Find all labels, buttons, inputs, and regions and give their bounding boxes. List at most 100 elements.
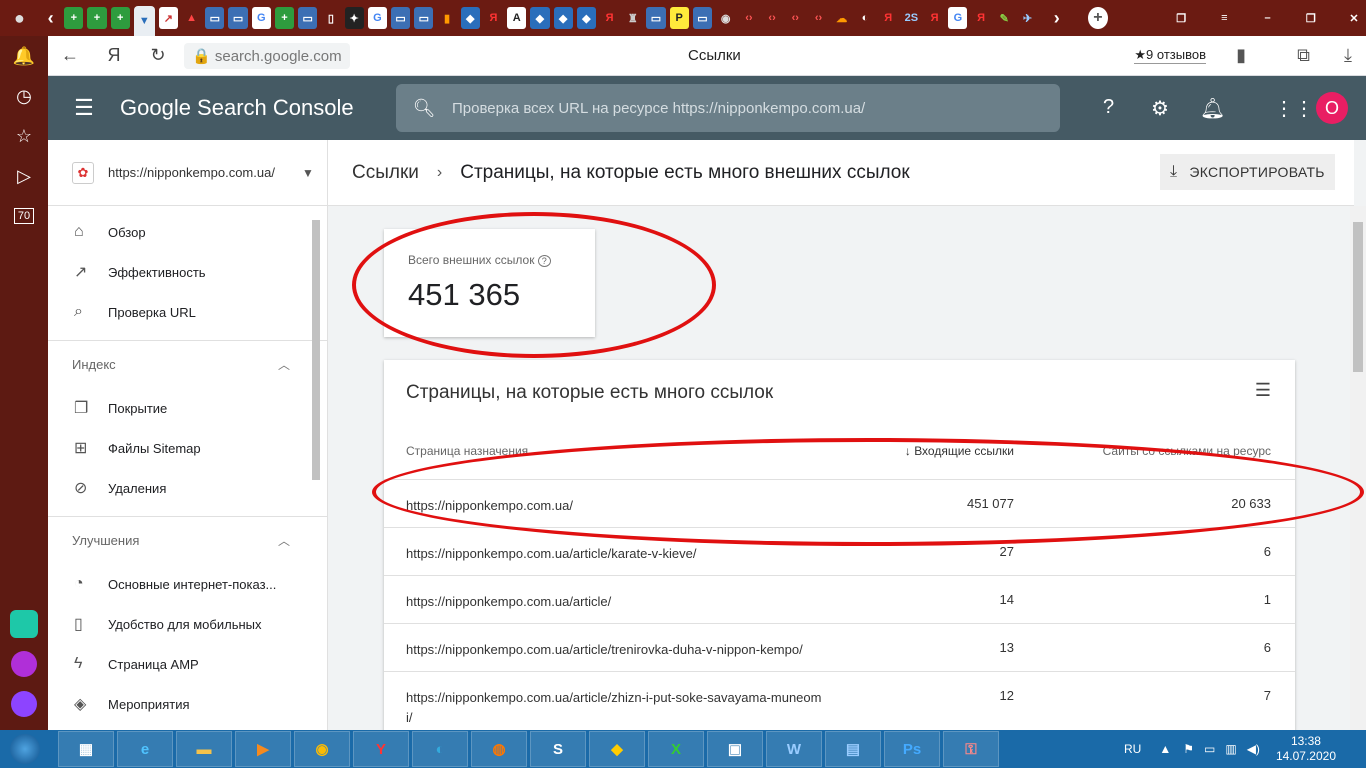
table-row[interactable]: https://nipponkempo.com.ua/article/ 14 1 (384, 575, 1295, 623)
avatar[interactable]: O (1316, 92, 1348, 124)
alice-icon[interactable] (0, 684, 48, 724)
tab-favicon[interactable]: ‹› (786, 7, 805, 29)
bookmark-icon[interactable]: ▮ (1236, 45, 1246, 66)
taskbar-firefox-icon[interactable]: ◍ (471, 731, 527, 767)
tab-favicon[interactable]: ◉ (716, 7, 735, 29)
tab-favicon[interactable]: ▭ (205, 7, 225, 29)
tab-favicon[interactable]: G (251, 7, 271, 29)
history-icon[interactable]: ◷ (0, 76, 48, 116)
tab-favicon[interactable]: ▯ (321, 7, 340, 29)
tabs-forward-icon[interactable]: › (1047, 7, 1066, 29)
sidebar-section-enhancements[interactable]: Улучшения ︿ (48, 516, 327, 564)
url-inspection-search[interactable]: 🔍︎ Проверка всех URL на ресурсе https://… (396, 84, 1060, 132)
tab-favicon[interactable]: ▭ (692, 7, 713, 29)
gsc-logo[interactable]: Google Search Console (120, 95, 354, 121)
taskbar-floppy-icon[interactable]: ▣ (707, 731, 763, 767)
tab-favicon[interactable]: A (507, 7, 527, 29)
tab-favicon[interactable]: + (110, 7, 130, 29)
taskbar-chrome-icon[interactable]: ◉ (294, 731, 350, 767)
yandex-icon[interactable]: Я (92, 45, 136, 66)
sidebar-scrollbar[interactable] (312, 220, 320, 480)
sidebar-item-sitemaps[interactable]: ⊞ Файлы Sitemap (48, 428, 327, 468)
hamburger-menu-icon[interactable]: ☰ (48, 95, 120, 121)
tab-favicon[interactable]: ✈ (1018, 7, 1037, 29)
translate-icon[interactable]: ⧉ (1297, 45, 1310, 66)
tab-favicon[interactable]: + (64, 7, 84, 29)
main-scrollbar[interactable] (1350, 206, 1366, 730)
minimize-icon[interactable]: – (1258, 7, 1277, 29)
scrollbar-thumb[interactable] (1353, 222, 1363, 372)
url-field[interactable]: 🔒 search.google.com (184, 42, 350, 69)
filter-icon[interactable]: ☰ (1255, 380, 1271, 401)
taskbar-explorer-icon[interactable]: ▬ (176, 731, 232, 767)
tab-favicon[interactable]: ◆ (530, 7, 550, 29)
tab-active-gsc[interactable]: ▼ (133, 6, 155, 36)
tab-favicon[interactable]: Я (600, 7, 619, 29)
tab-favicon[interactable]: Я (879, 7, 898, 29)
back-icon[interactable]: ← (48, 45, 92, 66)
tab-favicon[interactable]: ◆ (553, 7, 573, 29)
restore-icon[interactable]: ❐ (1301, 7, 1320, 29)
tab-favicon[interactable]: ▭ (390, 7, 411, 29)
sidebar-item-performance[interactable]: ↗ Эффективность (48, 252, 327, 292)
tab-favicon[interactable]: G (948, 7, 968, 29)
download-icon[interactable]: ⤓ (1344, 45, 1352, 66)
tabs-back-icon[interactable]: ‹ (41, 7, 60, 29)
tab-favicon[interactable]: Я (925, 7, 944, 29)
tab-favicon[interactable]: G (367, 7, 387, 29)
taskbar-ie-icon[interactable]: e (117, 731, 173, 767)
tab-favicon[interactable]: ◐ (855, 7, 874, 29)
tab-favicon[interactable]: ‹› (762, 7, 781, 29)
bell-icon[interactable]: 🔔 (0, 36, 48, 76)
taskbar-bat-icon[interactable]: ◆ (589, 731, 645, 767)
language-indicator[interactable]: RU (1124, 742, 1141, 756)
tab-favicon[interactable]: ▭ (646, 7, 666, 29)
taskbar-filemanager-icon[interactable]: ▤ (825, 731, 881, 767)
sidebar-item-removals[interactable]: ⊘ Удаления (48, 468, 327, 508)
taskbar-media-icon[interactable]: ▶ (235, 731, 291, 767)
taskbar-word-icon[interactable]: W (766, 731, 822, 767)
new-tab-icon[interactable]: + (1088, 7, 1108, 29)
start-button[interactable] (0, 730, 50, 768)
profile-icon[interactable]: ● (2, 7, 37, 29)
tab-favicon[interactable]: Я (484, 7, 503, 29)
taskbar-skype-icon[interactable]: S (530, 731, 586, 767)
tab-favicon[interactable]: + (87, 7, 107, 29)
tray-flag-icon[interactable]: ⚑ (1183, 742, 1194, 756)
taskbar-excel-icon[interactable]: X (648, 731, 704, 767)
sidebar-section-index[interactable]: Индекс ︿ (48, 340, 327, 388)
sidebar-item-amp[interactable]: ϟ Страница AMP (48, 644, 327, 684)
export-button[interactable]: ⤓ ЭКСПОРТИРОВАТЬ (1160, 154, 1335, 190)
tabs-collection-icon[interactable]: ❐ (1172, 7, 1191, 29)
help-icon[interactable]: ? (1103, 96, 1114, 119)
property-selector[interactable]: ✿ https://nipponkempo.com.ua/ ▼ (48, 140, 327, 206)
tray-arrow-icon[interactable]: ▲ (1159, 742, 1171, 756)
messenger-icon[interactable] (0, 604, 48, 644)
tab-favicon[interactable]: + (274, 7, 295, 29)
play-icon[interactable]: ▷ (0, 156, 48, 196)
sidebar-item-mobile-usability[interactable]: ▯ Удобство для мобильных (48, 604, 327, 644)
reviews-badge[interactable]: ★9 отзывов (1134, 47, 1206, 64)
taskbar-key-icon[interactable]: ⚿ (943, 731, 999, 767)
browser-menu-icon[interactable]: ≡ (1215, 7, 1234, 29)
taskbar-edge-icon[interactable]: ◐ (412, 731, 468, 767)
tray-network-icon[interactable]: ▥ (1225, 742, 1236, 756)
tab-favicon[interactable]: 2S (902, 7, 921, 29)
tab-favicon[interactable]: ▭ (414, 7, 434, 29)
sidebar-item-overview[interactable]: ⌂ Обзор (48, 212, 327, 252)
tab-favicon[interactable]: ▭ (228, 7, 248, 29)
tab-favicon[interactable]: ▭ (298, 7, 318, 29)
tab-favicon[interactable]: ◆ (460, 7, 480, 29)
tray-volume-icon[interactable]: ◀) (1247, 742, 1260, 756)
tab-favicon[interactable]: ‹› (739, 7, 758, 29)
tab-favicon[interactable]: ✎ (995, 7, 1014, 29)
tab-favicon[interactable]: ☁ (832, 7, 851, 29)
sidebar-item-events[interactable]: ◈ Мероприятия (48, 684, 327, 724)
clock[interactable]: 13:38 14.07.2020 (1276, 734, 1336, 764)
taskbar-yandex-icon[interactable]: Y (353, 731, 409, 767)
tab-favicon[interactable]: ↗ (158, 7, 179, 29)
settings-user-icon[interactable]: ⚙ (1151, 96, 1169, 121)
app-icon[interactable] (0, 644, 48, 684)
counter-badge[interactable]: 70 (0, 196, 48, 236)
close-window-icon[interactable]: ✕ (1344, 7, 1363, 29)
